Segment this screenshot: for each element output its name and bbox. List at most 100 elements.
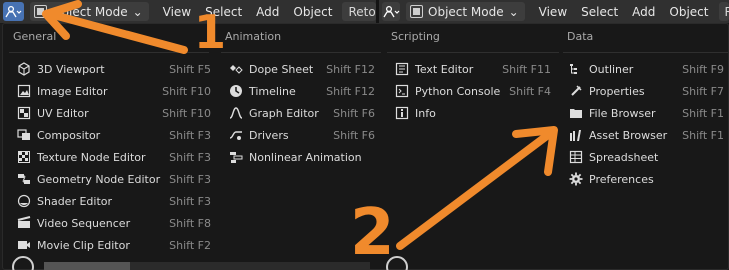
item-label: Spreadsheet — [589, 150, 659, 164]
item-shortcut: Shift F8 — [169, 216, 211, 230]
item-shortcut: Shift F12 — [326, 62, 375, 76]
item-label: Info — [415, 106, 436, 120]
item-label: Nonlinear Animation — [249, 150, 362, 164]
mode-dropdown[interactable]: Object Mode ⌄ — [29, 2, 149, 21]
timeline-icon — [229, 84, 243, 98]
header-left: Object Mode ⌄ View Select Add Object Ret… — [0, 0, 376, 24]
editor-type-icon — [5, 5, 22, 17]
item-label: 3D Viewport — [37, 62, 105, 76]
compositor-icon — [17, 128, 31, 142]
menu-item-timeline[interactable]: Timeline Shift F12 — [229, 80, 375, 102]
drivers-icon — [229, 128, 243, 142]
mode-label: Object Mode — [428, 4, 504, 19]
item-shortcut: Shift F5 — [169, 62, 211, 76]
item-label: Timeline — [249, 84, 296, 98]
column-title-general: General — [13, 30, 57, 43]
folder-icon — [569, 106, 583, 120]
viewport-edge — [130, 262, 370, 270]
item-label: Compositor — [37, 128, 101, 142]
texture-icon — [17, 150, 31, 164]
item-label: Dope Sheet — [249, 62, 314, 76]
menu-item-file-browser[interactable]: File Browser Shift F1 — [569, 102, 724, 124]
header-right: Object Mode ⌄ View Select Add Object Re — [379, 0, 729, 24]
editor-type-button[interactable] — [3, 2, 24, 21]
menu-item-dope-sheet[interactable]: Dope Sheet Shift F12 — [229, 58, 375, 80]
menu-item-3d-viewport[interactable]: 3D Viewport Shift F5 — [17, 58, 211, 80]
item-shortcut: Shift F3 — [169, 150, 211, 164]
menu-add[interactable]: Add — [256, 5, 279, 19]
item-label: Image Editor — [37, 84, 108, 98]
divider — [563, 52, 728, 53]
menu-view[interactable]: View — [163, 5, 191, 19]
menu-select[interactable]: Select — [581, 5, 618, 19]
column-title-data: Data — [567, 30, 594, 43]
mode-dropdown-right[interactable]: Object Mode ⌄ — [406, 2, 525, 21]
item-label: Movie Clip Editor — [37, 238, 130, 252]
cube-icon — [17, 62, 31, 76]
object-mode-icon — [410, 5, 423, 18]
menu-item-text-editor[interactable]: Text Editor Shift F11 — [395, 58, 551, 80]
chevron-down-icon: ⌄ — [508, 4, 519, 19]
shader-icon — [17, 194, 31, 208]
menu-item-python-console[interactable]: Python Console Shift F4 — [395, 80, 551, 102]
retopo-button[interactable]: Retop — [342, 2, 376, 21]
menu-item-asset-browser[interactable]: Asset Browser Shift F1 — [569, 124, 724, 146]
menu-select[interactable]: Select — [205, 5, 242, 19]
editor-type-button-right[interactable] — [382, 2, 400, 21]
menu-item-movie-clip-editor[interactable]: Movie Clip Editor Shift F2 — [17, 234, 211, 256]
item-shortcut: Shift F7 — [682, 84, 724, 98]
menu-item-shader-editor[interactable]: Shader Editor Shift F3 — [17, 190, 211, 212]
menu-item-uv-editor[interactable]: UV Editor Shift F10 — [17, 102, 211, 124]
movie-clip-icon — [17, 238, 31, 252]
retopo-button[interactable]: Re — [718, 2, 729, 21]
menu-item-geometry-node-editor[interactable]: Geometry Node Editor Shift F3 — [17, 168, 211, 190]
item-label: Outliner — [589, 62, 634, 76]
properties-icon — [569, 84, 583, 98]
menu-view[interactable]: View — [539, 5, 567, 19]
menu-item-drivers[interactable]: Drivers Shift F6 — [229, 124, 375, 146]
menu-item-preferences[interactable]: Preferences — [569, 168, 724, 190]
menu-item-texture-node-editor[interactable]: Texture Node Editor Shift F3 — [17, 146, 211, 168]
divider — [9, 52, 209, 53]
item-label: Graph Editor — [249, 106, 319, 120]
item-shortcut: Shift F6 — [333, 128, 375, 142]
info-icon — [395, 106, 409, 120]
console-icon — [395, 84, 409, 98]
menu-item-properties[interactable]: Properties Shift F7 — [569, 80, 724, 102]
asset-icon — [569, 128, 583, 142]
item-label: File Browser — [589, 106, 656, 120]
text-icon — [395, 62, 409, 76]
scrollbar[interactable] — [44, 262, 130, 270]
menu-object[interactable]: Object — [669, 5, 708, 19]
menu-add[interactable]: Add — [632, 5, 655, 19]
divider — [387, 52, 559, 53]
menu-item-image-editor[interactable]: Image Editor Shift F10 — [17, 80, 211, 102]
editor-type-icon — [383, 5, 400, 17]
item-label: Text Editor — [415, 62, 474, 76]
item-shortcut: Shift F11 — [502, 62, 551, 76]
item-label: Video Sequencer — [37, 216, 131, 230]
editor-type-popup: General 3D Viewport Shift F5 Image Edito… — [2, 23, 729, 270]
geometry-node-icon — [17, 172, 31, 186]
item-shortcut: Shift F3 — [169, 194, 211, 208]
item-label: Asset Browser — [589, 128, 668, 142]
item-shortcut: Shift F10 — [162, 106, 211, 120]
menu-item-outliner[interactable]: Outliner Shift F9 — [569, 58, 724, 80]
object-mode-icon — [33, 5, 47, 18]
column-title-scripting: Scripting — [391, 30, 440, 43]
menu-item-compositor[interactable]: Compositor Shift F3 — [17, 124, 211, 146]
spreadsheet-icon — [569, 150, 583, 164]
menu-item-video-sequencer[interactable]: Video Sequencer Shift F8 — [17, 212, 211, 234]
column-title-animation: Animation — [225, 30, 282, 43]
nla-icon — [229, 150, 243, 164]
dopesheet-icon — [229, 62, 243, 76]
item-shortcut: Shift F10 — [162, 84, 211, 98]
divider — [221, 52, 381, 53]
menu-object[interactable]: Object — [293, 5, 332, 19]
item-label: Drivers — [249, 128, 289, 142]
menu-item-spreadsheet[interactable]: Spreadsheet — [569, 146, 724, 168]
item-shortcut: Shift F9 — [682, 62, 724, 76]
menu-item-nonlinear-animation[interactable]: Nonlinear Animation — [229, 146, 375, 168]
menu-item-info[interactable]: Info — [395, 102, 551, 124]
menu-item-graph-editor[interactable]: Graph Editor Shift F6 — [229, 102, 375, 124]
